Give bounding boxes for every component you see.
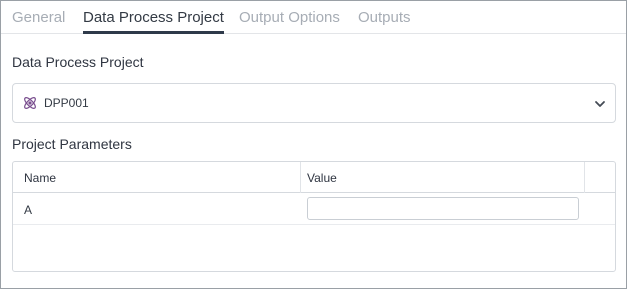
column-header-value: Value (307, 171, 337, 185)
parameter-name-cell: A (24, 203, 33, 217)
table-row: A (13, 193, 615, 225)
column-divider[interactable] (584, 162, 585, 193)
table-header: Name Value (13, 162, 615, 193)
column-header-name: Name (24, 171, 57, 185)
tab-data-process-project[interactable]: Data Process Project (83, 9, 224, 27)
data-process-project-label: Data Process Project (12, 54, 144, 70)
data-process-project-select[interactable]: DPP001 (12, 83, 616, 123)
selected-project-value: DPP001 (44, 96, 89, 110)
tab-general[interactable]: General (12, 9, 65, 27)
tab-output-options[interactable]: Output Options (239, 9, 340, 27)
chevron-down-icon[interactable] (593, 97, 607, 111)
column-divider[interactable] (300, 162, 301, 193)
window-frame: General Data Process Project Output Opti… (0, 0, 627, 289)
project-parameters-label: Project Parameters (12, 136, 132, 152)
tab-outputs[interactable]: Outputs (358, 9, 411, 27)
active-tab-indicator (83, 31, 224, 34)
tab-bar: General Data Process Project Output Opti… (1, 1, 626, 34)
parameter-value-input[interactable] (307, 197, 579, 220)
parameters-table: Name Value A (12, 161, 616, 272)
atom-icon (24, 97, 36, 109)
